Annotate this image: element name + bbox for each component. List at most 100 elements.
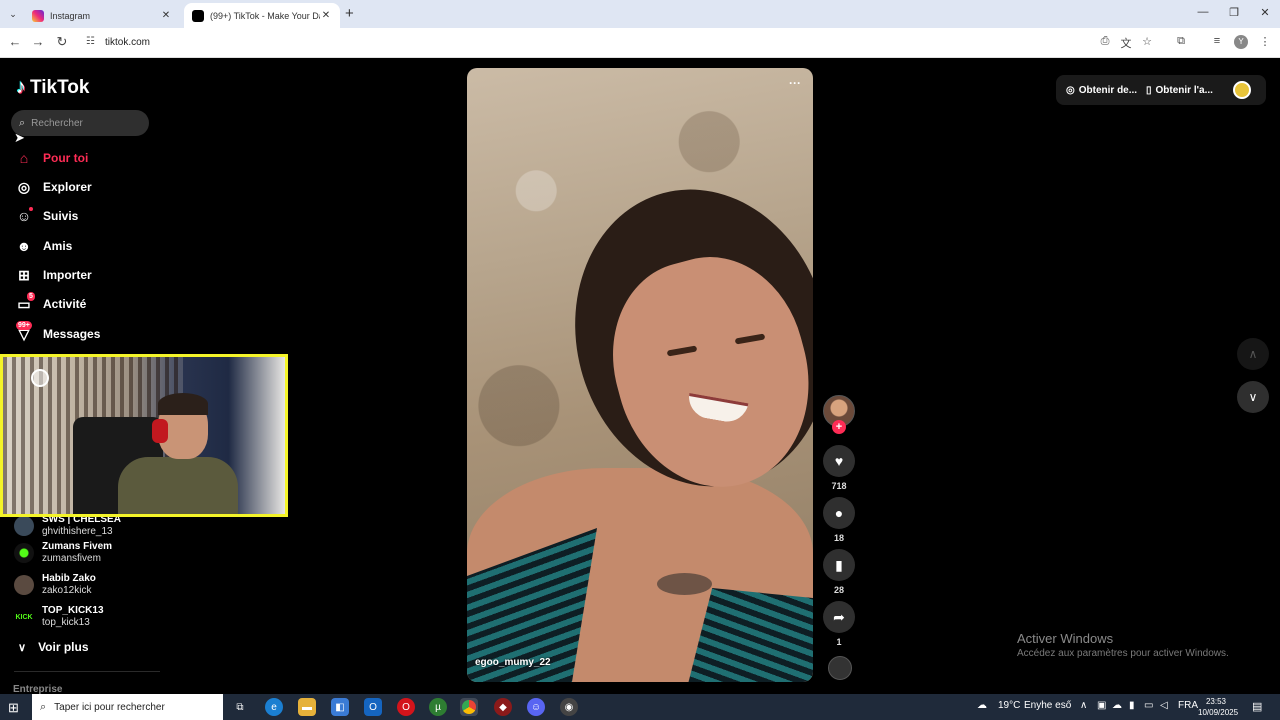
video-author[interactable]: egoo_mumy_22: [475, 657, 551, 668]
chevron-up-icon: ∧: [1248, 347, 1258, 361]
music-disc-icon[interactable]: [828, 656, 852, 680]
see-more-label: Voir plus: [38, 640, 89, 654]
comment-button[interactable]: ●: [823, 497, 855, 529]
follow-plus-icon[interactable]: +: [832, 420, 846, 434]
chevron-down-icon: ∨: [18, 641, 27, 654]
compass-icon: ◎: [17, 178, 31, 195]
headset-icon: [152, 419, 168, 443]
nav-pour-toi[interactable]: ⌂ Pour toi: [14, 147, 89, 169]
taskbar-search[interactable]: ⌕ Taper ici pour rechercher: [32, 694, 223, 720]
tiktok-favicon-icon: [192, 9, 204, 22]
browser-tab-bar: ⌄ Instagram ✕ (99+) TikTok - Make Your D…: [0, 0, 1280, 28]
opera-icon[interactable]: O: [397, 698, 415, 716]
edge-icon[interactable]: e: [265, 698, 283, 716]
media-control-icon[interactable]: ≡: [1209, 35, 1225, 47]
tray-app-icon[interactable]: ▣: [1097, 700, 1106, 711]
obs-icon[interactable]: ◉: [560, 698, 578, 716]
bookmark-icon: ▮: [835, 556, 843, 573]
tiktok-logo[interactable]: ♪ TikTok: [16, 76, 89, 99]
forward-icon[interactable]: →: [29, 34, 47, 49]
user-avatar[interactable]: [1233, 81, 1251, 99]
discord-icon[interactable]: ☺: [527, 698, 545, 716]
share-button[interactable]: ➦: [823, 601, 855, 633]
tab-search-chevron-icon[interactable]: ⌄: [5, 6, 21, 22]
nav-label: Suivis: [43, 209, 79, 223]
weather-temp[interactable]: 19°C: [998, 700, 1020, 711]
minimize-icon[interactable]: —: [1195, 6, 1211, 18]
language-indicator[interactable]: FRA: [1178, 700, 1198, 711]
nav-messages[interactable]: ▽ 99+ Messages: [14, 321, 101, 345]
nav-explorer[interactable]: ◎ Explorer: [14, 176, 92, 198]
get-coins-button[interactable]: ◎ Obtenir de...: [1066, 75, 1138, 105]
volume-icon[interactable]: ◁: [1160, 700, 1168, 711]
see-more-button[interactable]: ∨ Voir plus: [18, 640, 89, 654]
get-app-button[interactable]: ▯ Obtenir l'a...: [1146, 75, 1213, 105]
network-icon[interactable]: ▭: [1144, 700, 1153, 711]
tray-chevron-up-icon[interactable]: ∧: [1080, 700, 1087, 711]
weather-desc[interactable]: Enyhe eső: [1024, 700, 1071, 711]
close-window-icon[interactable]: ✕: [1257, 6, 1273, 19]
store-icon[interactable]: ◧: [331, 698, 349, 716]
avatar: [14, 543, 34, 563]
extensions-icon[interactable]: ⧉: [1173, 35, 1189, 48]
clock-time: 23:53: [1205, 697, 1227, 706]
nav-amis[interactable]: ☻ Amis: [14, 235, 73, 257]
next-video-button[interactable]: ∨: [1237, 381, 1269, 413]
save-button[interactable]: ▮: [823, 549, 855, 581]
taskbar-clock[interactable]: 23:53 10/09/2025: [1198, 696, 1238, 718]
nav-suivis[interactable]: ☺ Suivis: [14, 205, 78, 227]
streamer: [98, 393, 238, 514]
windows-taskbar: ⊞ ⌕ Taper ici pour rechercher ⧉ e ▬ ◧ O …: [0, 694, 1280, 720]
outlook-icon[interactable]: O: [364, 698, 382, 716]
share-count: 1: [836, 637, 842, 647]
back-icon[interactable]: ←: [6, 34, 24, 49]
tab-instagram[interactable]: Instagram ✕: [24, 3, 180, 28]
microphone-icon[interactable]: ▮: [1129, 700, 1135, 711]
task-view-icon[interactable]: ⧉: [231, 698, 249, 716]
upload-icon: ⊞: [18, 266, 30, 283]
nav-label: Messages: [43, 327, 101, 341]
following-account[interactable]: Habib Zako zako12kick: [14, 573, 96, 597]
following-account[interactable]: Zumans Fivem zumansfivem: [14, 541, 112, 565]
following-account[interactable]: SWS | CHELSEA ghvithishere_13: [14, 514, 121, 538]
reload-icon[interactable]: ↻: [53, 34, 71, 50]
activation-watermark-title: Activer Windows: [1017, 631, 1114, 646]
install-app-icon[interactable]: ⎙: [1097, 35, 1113, 48]
nav-importer[interactable]: ⊞ Importer: [14, 264, 92, 286]
windows-start-icon[interactable]: ⊞: [8, 700, 19, 716]
onedrive-icon[interactable]: ☁: [1112, 700, 1122, 711]
utorrent-icon[interactable]: µ: [429, 698, 447, 716]
restore-icon[interactable]: ❐: [1226, 6, 1242, 19]
translate-icon[interactable]: 文: [1118, 35, 1134, 51]
activity-badge: 5: [27, 292, 35, 301]
file-explorer-icon[interactable]: ▬: [298, 698, 316, 716]
save-count: 28: [833, 585, 844, 595]
new-tab-icon[interactable]: +: [345, 5, 354, 22]
chrome-icon[interactable]: [460, 698, 478, 716]
search-input[interactable]: [31, 117, 132, 129]
close-tab-icon[interactable]: ✕: [320, 10, 332, 21]
account-name: Habib Zako: [42, 573, 96, 584]
following-account[interactable]: KICK TOP_KICK13 top_kick13: [14, 605, 104, 629]
game-app-icon[interactable]: ◆: [494, 698, 512, 716]
messages-badge: 99+: [16, 321, 32, 330]
weather-icon[interactable]: ☁: [977, 700, 987, 711]
more-options-icon[interactable]: ···: [789, 76, 801, 90]
browser-profile-avatar[interactable]: Y: [1234, 35, 1248, 49]
address-bar[interactable]: ☷ tiktok.com: [80, 31, 1168, 55]
tab-tiktok[interactable]: (99+) TikTok - Make Your Day ✕: [184, 3, 340, 28]
previous-video-button[interactable]: ∧: [1237, 338, 1269, 370]
coin-icon: ◎: [1066, 84, 1075, 96]
video-player[interactable]: ··· egoo_mumy_22: [467, 68, 813, 682]
site-info-icon[interactable]: ☷: [86, 36, 95, 47]
notification-icon[interactable]: ▤: [1252, 700, 1262, 713]
like-button[interactable]: ♥: [823, 445, 855, 477]
like-count: 718: [831, 481, 847, 491]
search-box[interactable]: ⌕: [11, 110, 149, 136]
browser-menu-icon[interactable]: ⋮: [1257, 35, 1273, 48]
nav-activite[interactable]: ▭ 5 Activité: [14, 292, 86, 315]
bookmark-star-icon[interactable]: ☆: [1139, 35, 1155, 48]
close-tab-icon[interactable]: ✕: [160, 10, 172, 21]
nav-label: Pour toi: [43, 151, 89, 165]
account-handle: zumansfivem: [42, 553, 101, 564]
